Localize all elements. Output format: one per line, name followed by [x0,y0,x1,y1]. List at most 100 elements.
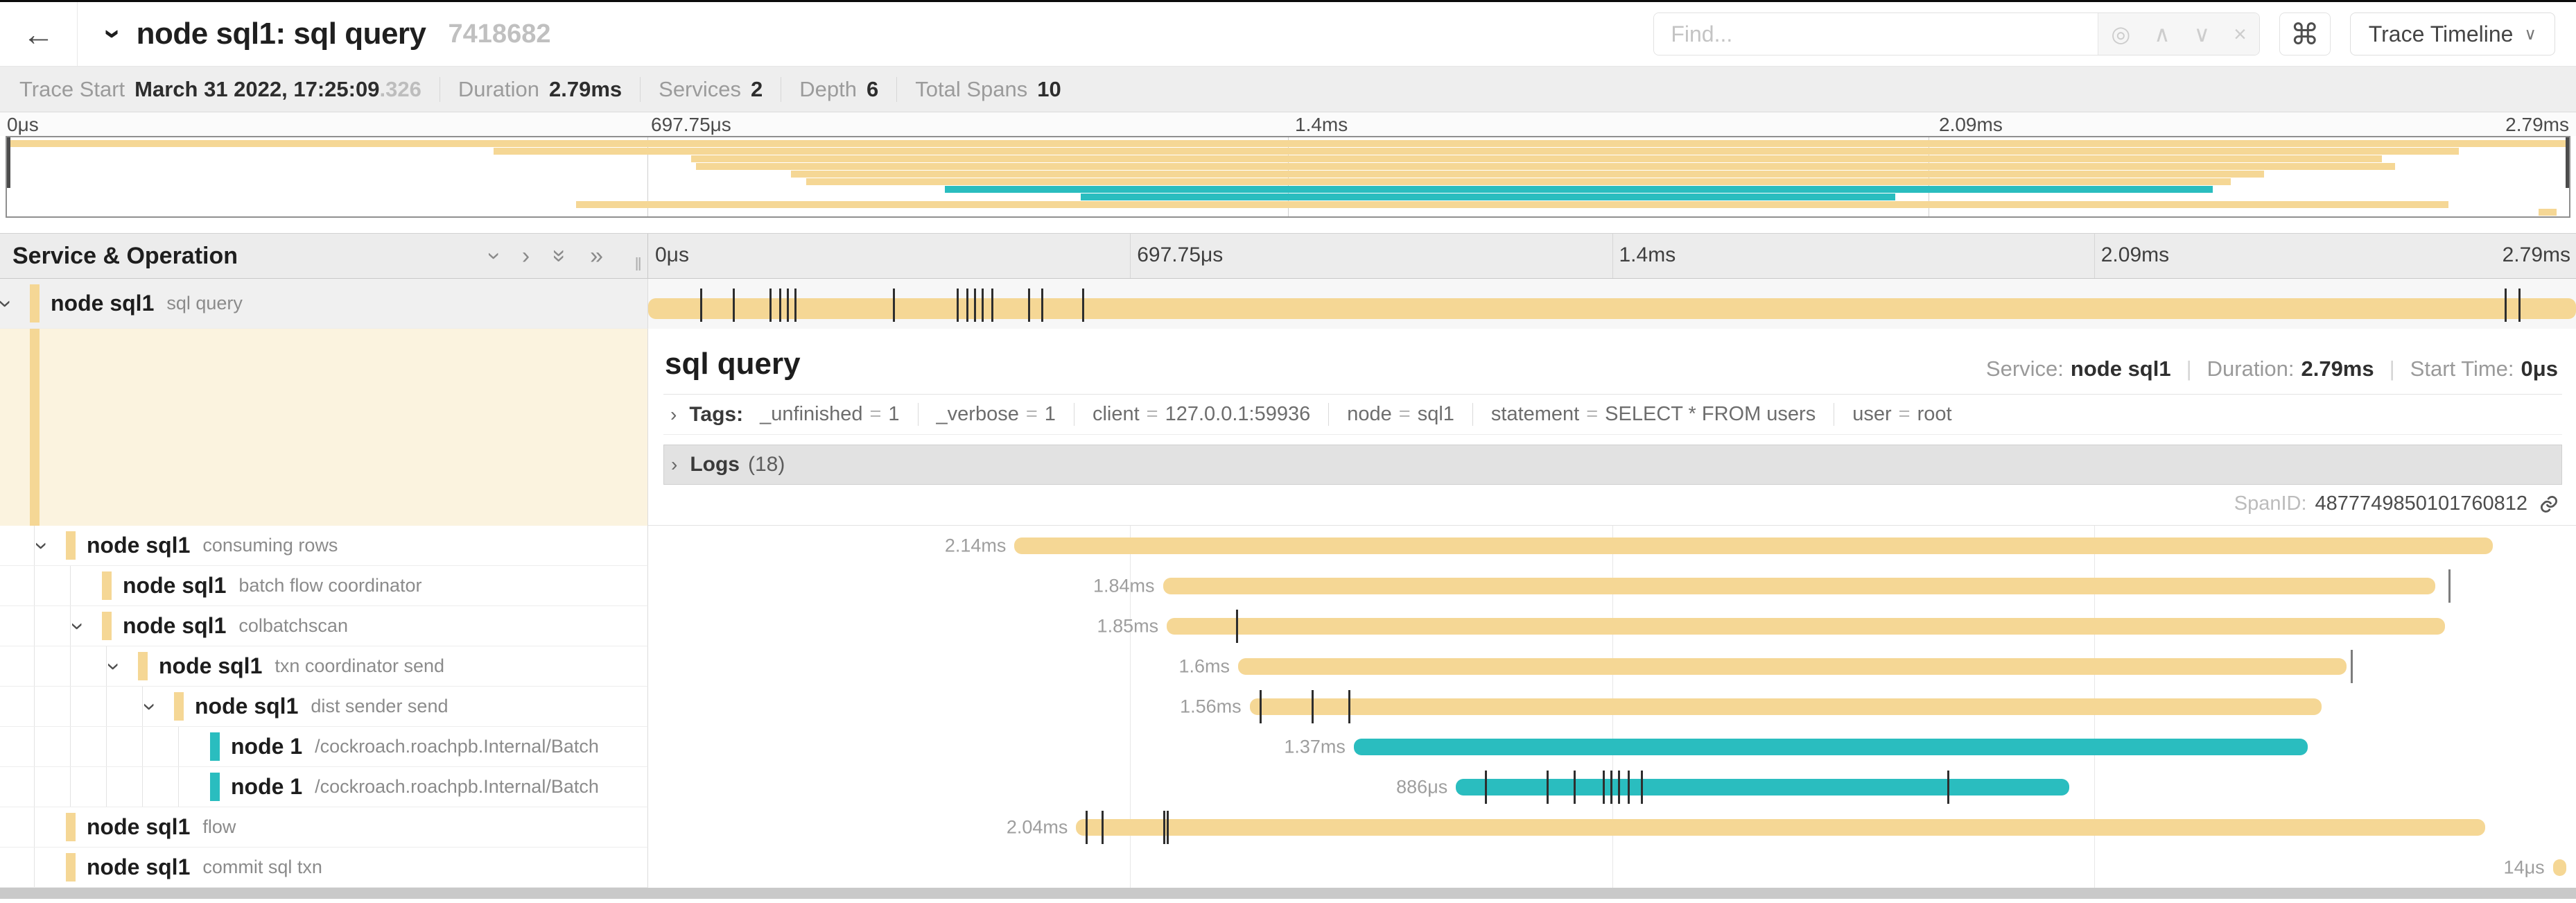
detail-duration-label: Duration: [2207,356,2295,381]
span-row[interactable]: ›node sql1sql query [0,279,2576,329]
span-bar[interactable] [1238,658,2347,675]
span-operation-name: flow [202,816,236,838]
expand-chevron-icon[interactable]: › [139,703,162,710]
locate-match-icon[interactable]: ◎ [2111,21,2130,47]
log-tick-mark [733,289,735,322]
span-bar[interactable] [1167,618,2445,635]
tag-item: client=127.0.0.1:59936 [1074,403,1310,426]
span-bar-cell[interactable] [648,279,2576,329]
span-bar-cell[interactable]: 1.6ms [648,646,2576,687]
equals-sign: = [1586,403,1598,426]
span-tree-cell[interactable]: node 1/cockroach.roachpb.Internal/Batch [0,727,648,767]
expand-chevron-icon[interactable]: › [31,542,54,549]
span-bar-cell[interactable]: 886μs [648,767,2576,807]
span-tree-cell[interactable]: ›node sql1dist sender send [0,687,648,727]
log-tick-mark [1485,771,1487,804]
next-match-icon[interactable]: ∨ [2194,21,2210,47]
expand-all-icon[interactable]: » [590,244,603,268]
span-operation-name: sql query [166,293,243,314]
span-row[interactable]: node 1/cockroach.roachpb.Internal/Batch1… [0,727,2576,767]
span-row[interactable]: ›node sql1txn coordinator send1.6ms [0,646,2576,687]
log-tick-mark [1028,289,1030,322]
minimap-span-row [7,140,2569,147]
span-tree-cell[interactable]: ›node sql1consuming rows [0,526,648,566]
span-bar-cell[interactable]: 2.04ms [648,807,2576,848]
span-bar[interactable] [2553,859,2566,876]
tree-indent-guide [178,727,179,766]
span-tree-cell[interactable]: › node sql1 colbatchscan [0,606,648,646]
column-resize-handle[interactable]: ‖ [634,254,642,275]
clear-search-icon[interactable]: × [2234,22,2247,47]
expand-chevron-icon[interactable]: › [0,300,18,307]
find-input[interactable] [1654,13,2098,55]
span-bar[interactable] [1250,698,2322,715]
span-bar[interactable] [1354,739,2308,755]
minimap-span-row [7,171,2569,178]
span-color-chip [66,853,76,882]
span-bar-cell[interactable]: 2.14ms [648,526,2576,566]
expand-chevron-icon[interactable]: › [67,622,90,630]
tag-key: node [1347,403,1392,426]
keyboard-shortcuts-button[interactable]: ⌘ [2279,12,2331,55]
prev-match-icon[interactable]: ∧ [2154,21,2170,47]
tags-accordion[interactable]: ›Tags:_unfinished=1_verbose=1client=127.… [663,395,2562,435]
span-bar[interactable] [1076,819,2485,836]
horizontal-scrollbar[interactable] [0,888,2576,899]
log-tick-mark [1348,690,1350,723]
axis-tick-label: 1.4ms [1612,243,1676,267]
span-row[interactable]: node sql1flow2.04ms [0,807,2576,848]
span-row[interactable]: node sql1batch flow coordinator1.84ms [0,566,2576,606]
trace-page-header: ← › node sql1: sql query 7418682 ◎∧∨× ⌘ … [0,0,2576,67]
span-bar[interactable] [648,298,2576,319]
axis-tick-label: 697.75μs [1130,243,1223,267]
span-tree-cell[interactable]: node 1/cockroach.roachpb.Internal/Batch [0,767,648,807]
span-operation-name: consuming rows [202,535,338,556]
chevron-down-icon: ∨ [2524,24,2536,44]
page-title: node sql1: sql query [137,17,426,51]
span-tree-cell[interactable]: ›node sql1sql query [0,279,648,329]
tag-key: _unfinished [760,403,862,426]
span-bar[interactable] [1014,538,2493,554]
span-bar[interactable] [1163,578,2435,594]
span-service-name: node sql1 [87,854,190,880]
span-bar-cell[interactable]: 1.37ms [648,727,2576,767]
span-tree-cell[interactable]: node sql1batch flow coordinator [0,566,648,606]
minimap-span-bar [945,186,2213,193]
equals-sign: = [1147,403,1158,426]
meta-label: Services [659,77,741,102]
trace-minimap[interactable] [6,136,2570,218]
span-row[interactable]: node sql1commit sql txn14μs [0,848,2576,888]
collapse-one-icon[interactable]: › [482,252,506,259]
collapse-trace-icon[interactable]: › [98,29,128,40]
span-row[interactable]: ›node sql1dist sender send1.56ms [0,687,2576,727]
span-bar-cell[interactable]: 1.56ms [648,687,2576,727]
span-bar-cell[interactable]: 14μs [648,848,2576,888]
axis-tick-label: 697.75μs [651,114,731,136]
tree-indent-guide [34,606,35,646]
logs-accordion[interactable]: ›Logs(18) [663,445,2562,485]
detail-span-info: Service:node sql1|Duration:2.79ms|Start … [1986,356,2558,381]
log-tick-mark [794,289,797,322]
span-tree-cell[interactable]: node sql1flow [0,807,648,848]
span-tree-cell[interactable]: node sql1commit sql txn [0,848,648,888]
span-operation-name: colbatchscan [238,615,348,637]
span-bar-cell[interactable]: 1.84ms [648,566,2576,606]
expand-chevron-icon[interactable]: › [103,662,126,670]
expand-one-icon[interactable]: › [522,244,530,268]
log-tick-mark [1167,811,1169,844]
span-row[interactable]: node 1/cockroach.roachpb.Internal/Batch8… [0,767,2576,807]
span-row[interactable]: ›node sql1consuming rows2.14ms [0,526,2576,566]
span-tree-cell[interactable]: ›node sql1txn coordinator send [0,646,648,687]
back-button[interactable]: ← [0,2,78,66]
span-service-name: node sql1 [123,613,226,639]
axis-tick-label: 2.09ms [1939,114,2003,136]
tree-indent-guide [142,727,143,766]
minimap-right-handle[interactable] [2566,137,2569,188]
minimap-left-handle[interactable] [7,137,10,188]
collapse-all-icon[interactable]: » [548,250,572,263]
span-service-name: node 1 [231,734,302,759]
copy-link-icon[interactable] [2539,494,2559,515]
span-row[interactable]: › node sql1 colbatchscan 1.85ms [0,606,2576,646]
span-bar-cell[interactable]: 1.85ms [648,606,2576,646]
view-dropdown-button[interactable]: Trace Timeline ∨ [2350,12,2555,55]
